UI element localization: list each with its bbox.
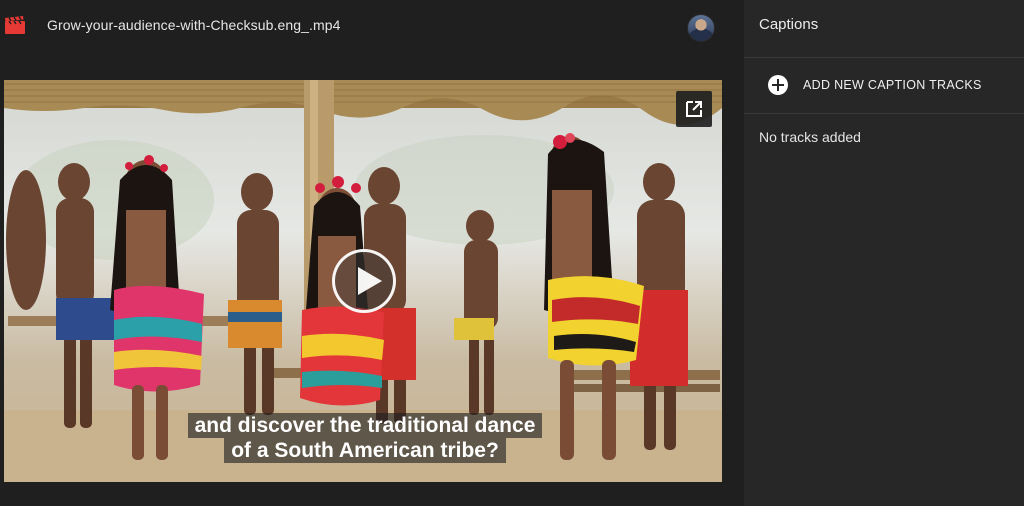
add-new-caption-tracks-label: ADD NEW CAPTION TRACKS [803,78,982,92]
open-in-new-icon [686,101,702,117]
play-icon [358,267,382,295]
no-tracks-message: No tracks added [759,129,861,145]
captions-panel: Captions ADD NEW CAPTION TRACKS No track… [744,0,1024,506]
video-subtitle: and discover the traditional dance of a … [174,413,556,463]
add-new-caption-tracks-button[interactable]: ADD NEW CAPTION TRACKS [744,58,1024,114]
play-button[interactable] [332,249,396,313]
subtitle-line-2: of a South American tribe? [224,438,506,463]
subtitle-line-1: and discover the traditional dance [187,413,543,438]
user-avatar[interactable] [687,14,715,42]
video-player[interactable]: and discover the traditional dance of a … [4,80,722,482]
add-circle-icon [768,75,788,95]
captions-panel-title: Captions [759,16,819,33]
captions-panel-header: Captions [744,0,1024,58]
video-file-name: Grow-your-audience-with-Checksub.eng_.mp… [47,17,341,33]
open-in-new-button[interactable] [676,91,712,127]
top-bar: Grow-your-audience-with-Checksub.eng_.mp… [0,0,744,52]
clapperboard-icon [5,16,25,34]
